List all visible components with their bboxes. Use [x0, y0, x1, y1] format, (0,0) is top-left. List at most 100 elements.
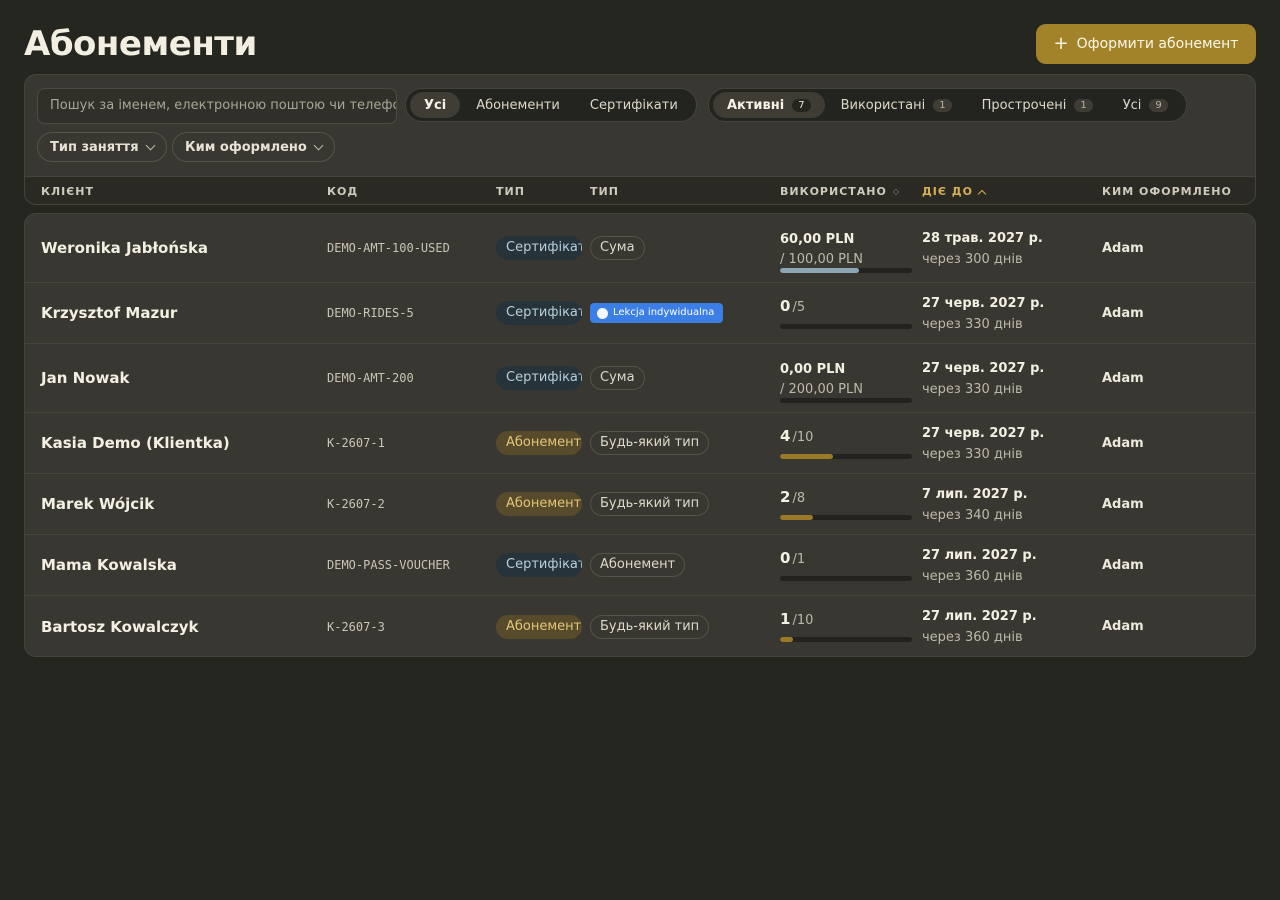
issued-by: Adam: [1102, 619, 1144, 634]
new-pass-button-label: Оформити абонемент: [1076, 36, 1239, 52]
table-row[interactable]: Jan Nowak DEMO-AMT-200 Сертифікат Сума 0,00 …: [25, 344, 1255, 413]
valid-relative: через 300 днів: [922, 251, 1023, 267]
pass-code: K-2607-3: [327, 619, 385, 634]
pass-code: DEMO-AMT-200: [327, 371, 414, 385]
passes-table: Weronika Jabłońska DEMO-AMT-100-USED Серти…: [24, 213, 1256, 657]
search-input[interactable]: Пошук за іменем, електронною поштою чи т…: [37, 88, 397, 124]
used-value: 0/5: [780, 296, 806, 315]
tab-label: Абонементи: [476, 97, 560, 113]
status-tab-2[interactable]: Прострочені 1: [968, 92, 1107, 118]
col-valid-until[interactable]: ДІЄ ДО: [922, 177, 987, 204]
valid-relative: через 340 днів: [922, 507, 1023, 523]
chevron-down-icon: [313, 140, 324, 150]
tab-label: Прострочені: [981, 97, 1067, 113]
valid-date: 27 черв. 2027 р.: [922, 295, 1045, 311]
issued-by: Adam: [1102, 305, 1144, 321]
tab-label: Сертифікати: [589, 97, 678, 113]
status-tab-0[interactable]: Активні 7: [713, 92, 825, 118]
usage-progress: [780, 397, 912, 403]
valid-date: 28 трав. 2027 р.: [922, 230, 1043, 246]
valid-relative: через 330 днів: [922, 381, 1023, 397]
status-tabs: Активні 7 Використані 1 Прострочені 1 Усі 9: [708, 88, 1187, 122]
status-tab-3[interactable]: Усі 9: [1109, 92, 1182, 118]
client-name: Marek Wójcik: [41, 495, 155, 513]
type-badge: Абонемент: [496, 492, 582, 516]
status-tab-1[interactable]: Використані 1: [827, 92, 966, 118]
type-badge: Сертифікат: [496, 366, 582, 390]
class-type-badge: Сума: [590, 236, 645, 260]
tab-label: Усі: [424, 97, 447, 113]
usage-progress: [780, 267, 912, 273]
pass-code: DEMO-AMT-100-USED: [327, 241, 450, 255]
tab-label: Активні: [727, 97, 785, 113]
issued-by: Adam: [1102, 370, 1144, 386]
table-row[interactable]: Krzysztof Mazur DEMO-RIDES-5 Сертифікат Lek…: [25, 283, 1255, 344]
new-pass-button[interactable]: + Оформити абонемент: [1036, 24, 1256, 64]
usage-progress: [780, 636, 912, 642]
chevron-down-icon: [145, 140, 156, 150]
used-value: 1/10: [780, 609, 814, 628]
client-name: Kasia Demo (Klientka): [41, 434, 230, 452]
valid-date: 27 черв. 2027 р.: [922, 425, 1045, 441]
used-value: 4/10: [780, 426, 814, 445]
kind-tab-2[interactable]: Сертифікати: [576, 92, 692, 118]
count-badge: 1: [933, 98, 952, 112]
class-type-badge: Будь-який тип: [590, 492, 710, 516]
client-name: Mama Kowalska: [41, 556, 177, 574]
col-client: КЛІЄНТ: [41, 185, 95, 198]
tab-label: Усі: [1122, 97, 1142, 113]
client-name: Jan Nowak: [41, 369, 130, 387]
page-title: Абонементи: [24, 24, 257, 64]
client-name: Bartosz Kowalczyk: [41, 617, 199, 636]
class-type-badge: Абонемент: [590, 553, 686, 577]
used-cell: 0/1: [780, 535, 912, 595]
table-row[interactable]: Bartosz Kowalczyk K-2607-3 Абонемент Будь-я…: [25, 596, 1255, 656]
class-type-dropdown[interactable]: Тип заняття: [37, 132, 167, 162]
kind-tab-1[interactable]: Абонементи: [462, 92, 574, 118]
used-cell: 1/10: [780, 596, 912, 656]
class-type-dropdown-label: Тип заняття: [50, 139, 139, 155]
usage-progress: [780, 453, 912, 459]
class-type-badge: Lekcja indywidualna: [590, 303, 724, 323]
plus-icon: +: [1053, 33, 1069, 54]
valid-date: 27 черв. 2027 р.: [922, 360, 1045, 376]
issued-by: Adam: [1102, 435, 1144, 451]
used-cell: 4/10: [780, 413, 912, 473]
used-cell: 60,00 PLN / 100,00 PLN: [780, 214, 912, 282]
pass-code: K-2607-1: [327, 436, 385, 450]
issued-by-dropdown[interactable]: Ким оформлено: [172, 132, 335, 162]
kind-tab-0[interactable]: Усі: [410, 92, 461, 118]
col-used[interactable]: ВИКОРИСТАНО ◇: [780, 177, 901, 204]
col-class-type: ТИП: [590, 185, 619, 198]
usage-progress: [780, 575, 912, 581]
used-value: 0,00 PLN: [780, 361, 846, 377]
valid-relative: через 330 днів: [922, 446, 1023, 462]
col-type: ТИП: [496, 185, 525, 198]
count-badge: 7: [792, 98, 811, 112]
used-cell: 0,00 PLN / 200,00 PLN: [780, 344, 912, 412]
type-badge: Сертифікат: [496, 553, 582, 577]
table-row[interactable]: Marek Wójcik K-2607-2 Абонемент Будь-який т…: [25, 474, 1255, 535]
page-header: Абонементи + Оформити абонемент: [24, 24, 1256, 64]
client-name: Weronika Jabłońska: [41, 239, 209, 257]
pass-code: K-2607-2: [327, 497, 385, 511]
kind-tabs: Усі Абонементи Сертифікати: [405, 88, 697, 122]
table-row[interactable]: Mama Kowalska DEMO-PASS-VOUCHER Сертифікат…: [25, 535, 1255, 596]
valid-date: 7 лип. 2027 р.: [922, 486, 1028, 502]
client-name: Krzysztof Mazur: [41, 304, 178, 322]
table-row[interactable]: Weronika Jabłońska DEMO-AMT-100-USED Серти…: [25, 214, 1255, 283]
table-header: КЛІЄНТ КОД ТИП ТИП ВИКОРИСТАНО ◇ ДІЄ ДО К…: [25, 176, 1255, 204]
pass-code: DEMO-PASS-VOUCHER: [327, 558, 450, 572]
issued-by: Adam: [1102, 496, 1144, 512]
used-cell: 0/5: [780, 283, 912, 343]
issued-by: Adam: [1102, 557, 1144, 573]
table-row[interactable]: Kasia Demo (Klientka) K-2607-1 Абонемент Бу…: [25, 413, 1255, 474]
used-total: / 200,00 PLN: [780, 381, 863, 397]
sort-icon: ◇: [892, 187, 901, 196]
issued-by-dropdown-label: Ким оформлено: [185, 139, 307, 155]
count-badge: 9: [1149, 98, 1168, 112]
usage-progress: [780, 514, 912, 520]
valid-date: 27 лип. 2027 р.: [922, 608, 1037, 624]
tab-label: Використані: [840, 97, 926, 113]
valid-relative: через 360 днів: [922, 629, 1023, 645]
